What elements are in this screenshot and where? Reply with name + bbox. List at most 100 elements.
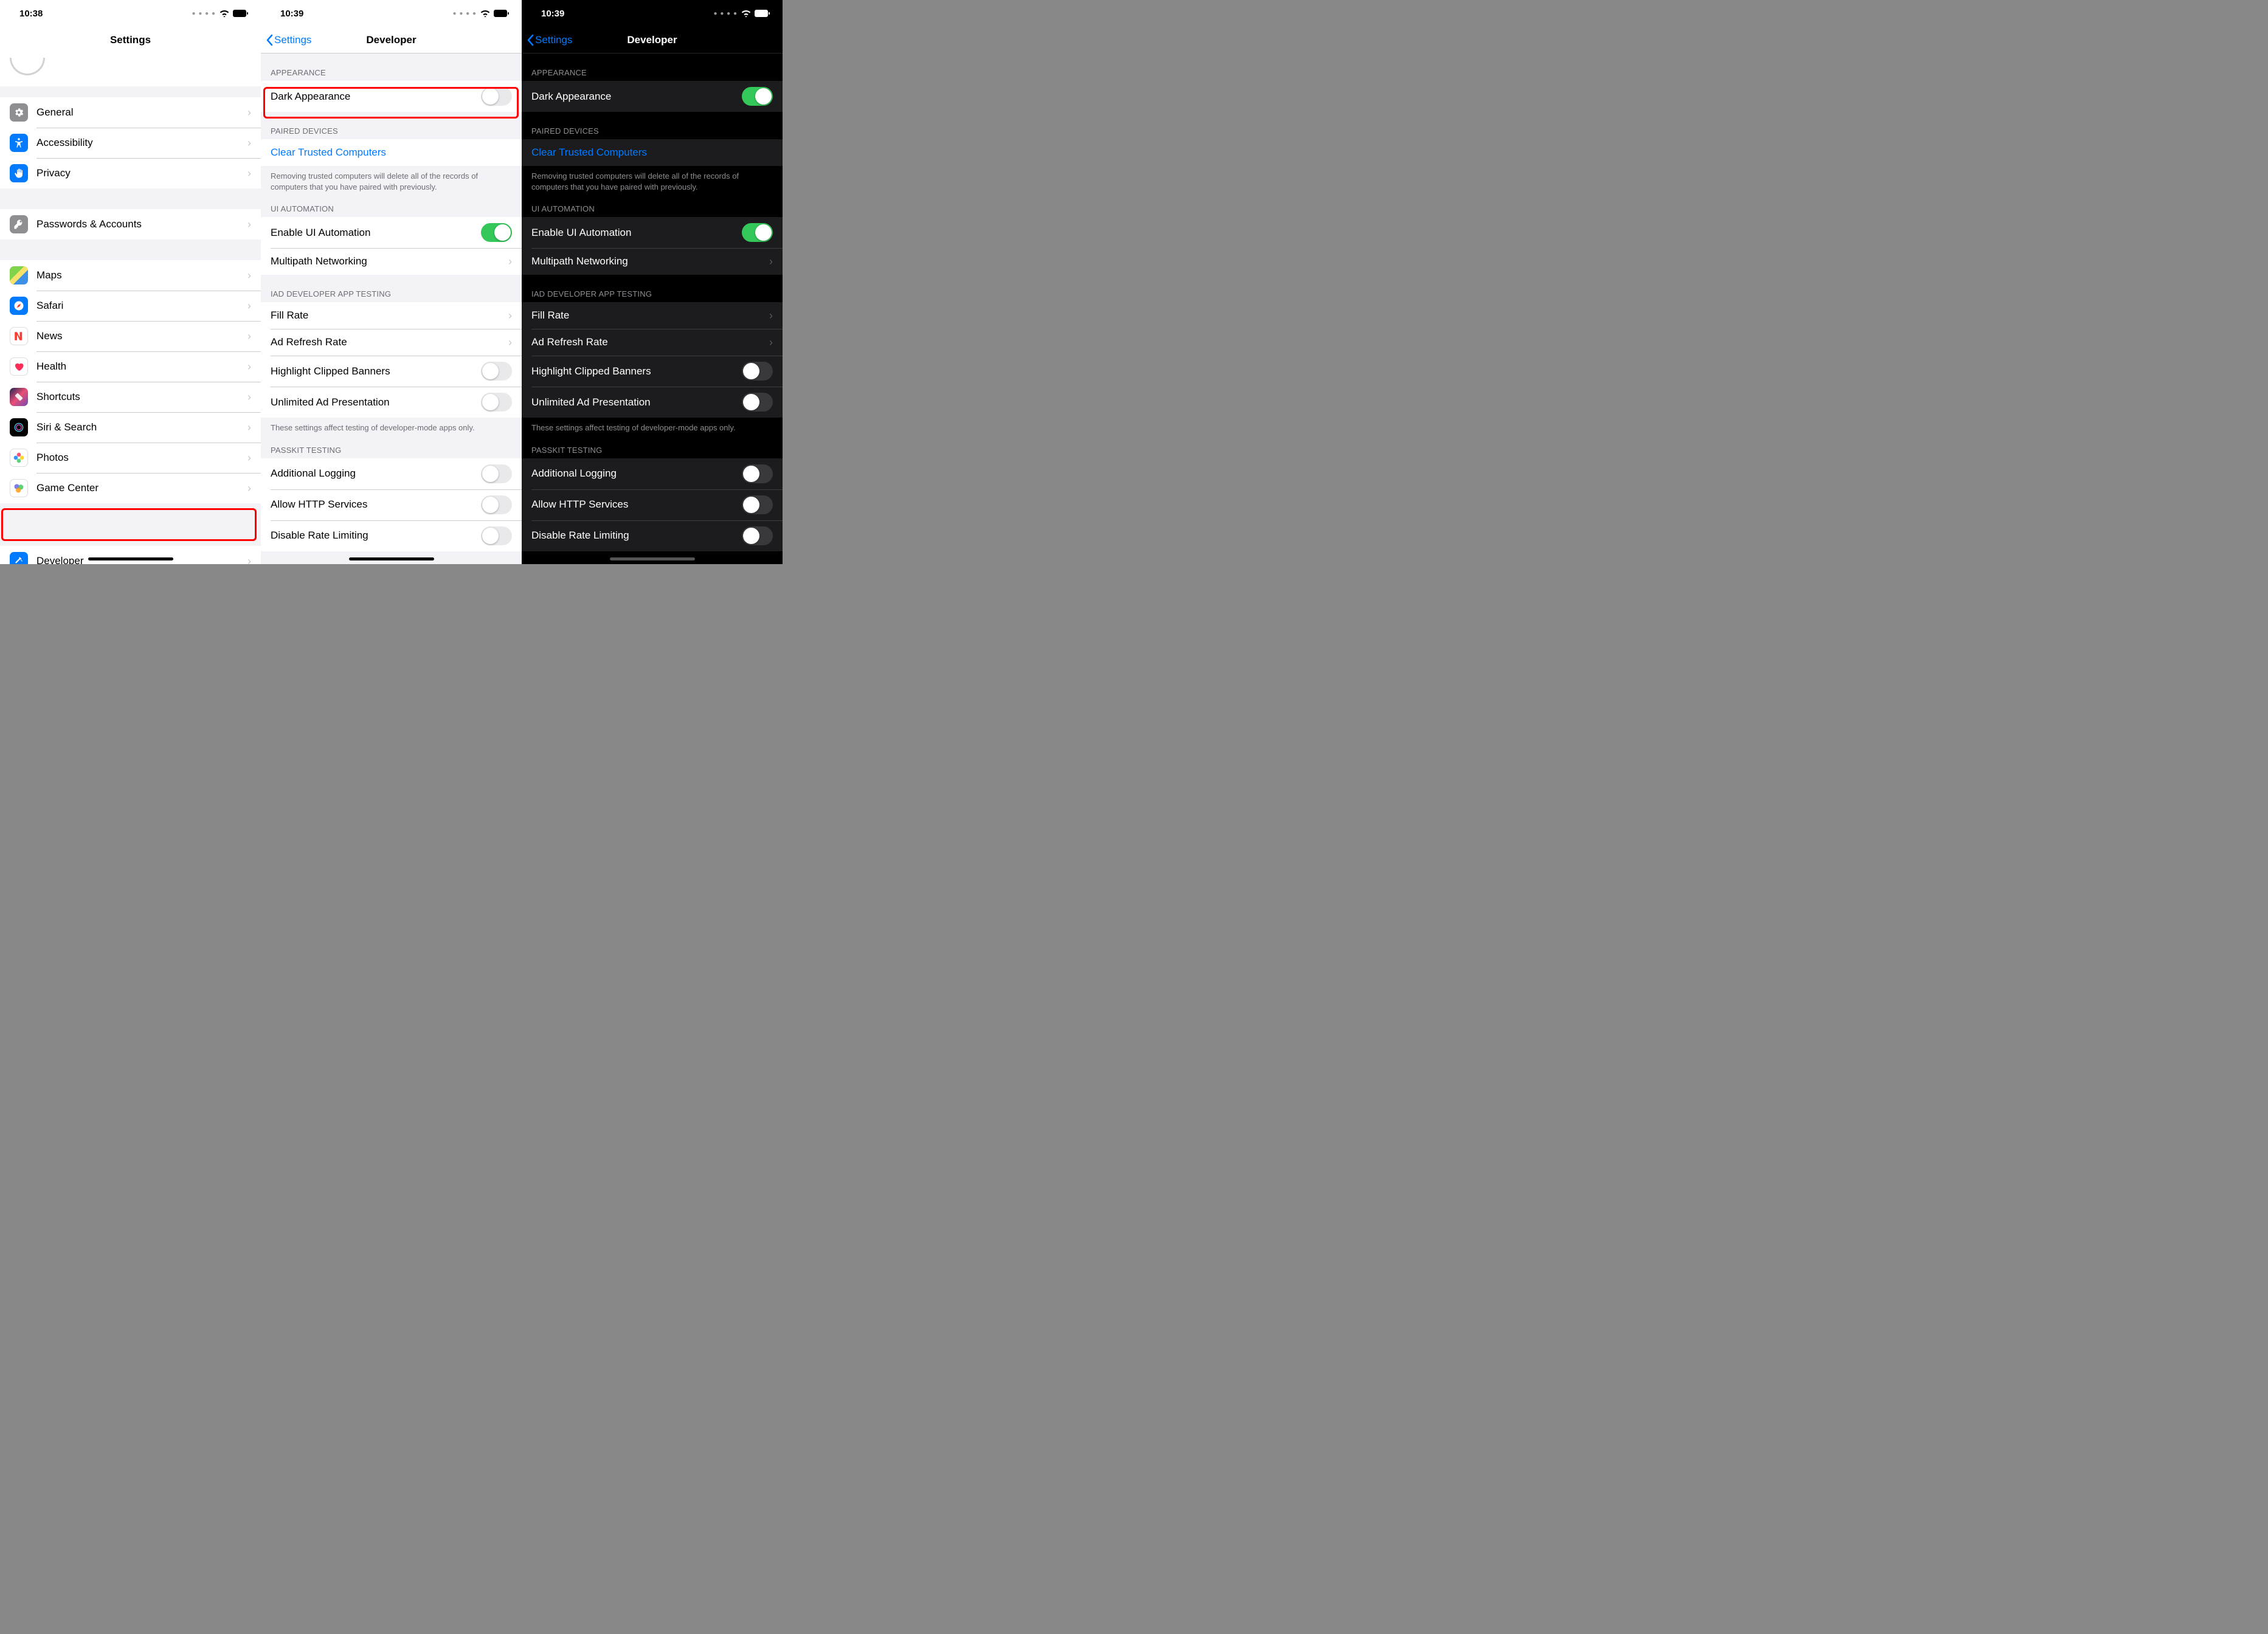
settings-item-siri[interactable]: Siri & Search › [0, 412, 261, 443]
back-button[interactable]: Settings [527, 34, 572, 46]
row-highlight-clipped[interactable]: Highlight Clipped Banners [522, 356, 783, 387]
highlight-clipped-switch[interactable] [742, 362, 773, 381]
enable-ui-switch[interactable] [481, 223, 512, 242]
nav-bar: Settings Developer [261, 27, 522, 53]
disable-rate-switch[interactable] [481, 526, 512, 545]
chevron-right-icon: › [247, 269, 251, 282]
dark-appearance-switch[interactable] [481, 87, 512, 106]
chevron-right-icon: › [247, 167, 251, 180]
row-allow-http[interactable]: Allow HTTP Services [261, 489, 522, 520]
row-label: Highlight Clipped Banners [271, 365, 481, 377]
wifi-icon [741, 10, 751, 17]
row-fill-rate[interactable]: Fill Rate › [522, 302, 783, 329]
partial-profile-row[interactable] [0, 53, 261, 86]
enable-ui-switch[interactable] [742, 223, 773, 242]
settings-item-privacy[interactable]: Privacy › [0, 158, 261, 188]
chevron-left-icon [266, 34, 273, 46]
chevron-right-icon: › [508, 336, 512, 349]
row-label: Dark Appearance [271, 91, 481, 103]
row-ad-refresh-rate[interactable]: Ad Refresh Rate › [522, 329, 783, 356]
back-button[interactable]: Settings [266, 34, 311, 46]
row-allow-http[interactable]: Allow HTTP Services [522, 489, 783, 520]
row-multipath-networking[interactable]: Multipath Networking › [522, 248, 783, 275]
home-indicator[interactable] [349, 557, 434, 560]
row-enable-ui-automation[interactable]: Enable UI Automation [261, 217, 522, 248]
disable-rate-switch[interactable] [742, 526, 773, 545]
row-label: Game Center [36, 482, 244, 494]
row-highlight-clipped[interactable]: Highlight Clipped Banners [261, 356, 522, 387]
row-clear-trusted[interactable]: Clear Trusted Computers [261, 139, 522, 166]
additional-logging-switch[interactable] [742, 464, 773, 483]
row-disable-rate-limiting[interactable]: Disable Rate Limiting [522, 520, 783, 551]
settings-item-health[interactable]: Health › [0, 351, 261, 382]
row-label: Additional Logging [271, 467, 481, 480]
unlimited-ad-switch[interactable] [742, 393, 773, 412]
back-label: Settings [274, 34, 311, 46]
settings-item-safari[interactable]: Safari › [0, 291, 261, 321]
row-label: Fill Rate [531, 309, 766, 322]
settings-item-general[interactable]: General › [0, 97, 261, 128]
row-multipath-networking[interactable]: Multipath Networking › [261, 248, 522, 275]
chevron-right-icon: › [508, 309, 512, 322]
chevron-right-icon: › [247, 482, 251, 495]
cell-signal-icon: ● ● ● ● [714, 10, 738, 17]
unlimited-ad-switch[interactable] [481, 393, 512, 412]
allow-http-switch[interactable] [742, 495, 773, 514]
row-dark-appearance[interactable]: Dark Appearance [261, 81, 522, 112]
section-footer-iad: These settings affect testing of develop… [261, 418, 522, 438]
gear-icon [10, 103, 28, 122]
row-unlimited-ad[interactable]: Unlimited Ad Presentation [522, 387, 783, 418]
battery-icon [755, 10, 770, 17]
chevron-right-icon: › [247, 218, 251, 231]
settings-item-gamecenter[interactable]: Game Center › [0, 473, 261, 503]
section-header-appearance: APPEARANCE [261, 53, 522, 81]
chevron-right-icon: › [247, 555, 251, 565]
section-footer-paired: Removing trusted computers will delete a… [261, 166, 522, 197]
section-header-iad: IAD DEVELOPER APP TESTING [261, 275, 522, 302]
chevron-right-icon: › [247, 330, 251, 343]
row-enable-ui-automation[interactable]: Enable UI Automation [522, 217, 783, 248]
row-label: Multipath Networking [271, 255, 505, 267]
section-footer-iad: These settings affect testing of develop… [522, 418, 783, 438]
chevron-right-icon: › [769, 336, 773, 349]
row-label: Dark Appearance [531, 91, 742, 103]
nav-bar: Settings Developer [522, 27, 783, 53]
settings-item-passwords[interactable]: Passwords & Accounts › [0, 209, 261, 240]
row-ad-refresh-rate[interactable]: Ad Refresh Rate › [261, 329, 522, 356]
page-title: Settings [110, 34, 151, 46]
settings-item-developer[interactable]: Developer › [0, 546, 261, 564]
row-clear-trusted[interactable]: Clear Trusted Computers [522, 139, 783, 166]
settings-item-maps[interactable]: Maps › [0, 260, 261, 291]
row-label: Passwords & Accounts [36, 218, 244, 230]
row-additional-logging[interactable]: Additional Logging [261, 458, 522, 489]
row-dark-appearance[interactable]: Dark Appearance [522, 81, 783, 112]
chevron-right-icon: › [247, 421, 251, 434]
settings-list[interactable]: General › Accessibility › Privacy › [0, 53, 261, 564]
news-icon [10, 327, 28, 345]
home-indicator[interactable] [610, 557, 695, 560]
row-unlimited-ad[interactable]: Unlimited Ad Presentation [261, 387, 522, 418]
settings-item-news[interactable]: News › [0, 321, 261, 351]
developer-list[interactable]: APPEARANCE Dark Appearance PAIRED DEVICE… [261, 53, 522, 564]
developer-list[interactable]: APPEARANCE Dark Appearance PAIRED DEVICE… [522, 53, 783, 564]
row-fill-rate[interactable]: Fill Rate › [261, 302, 522, 329]
settings-item-photos[interactable]: Photos › [0, 443, 261, 473]
dark-appearance-switch[interactable] [742, 87, 773, 106]
battery-icon [233, 10, 249, 17]
highlight-clipped-switch[interactable] [481, 362, 512, 381]
maps-icon [10, 266, 28, 284]
row-label: Siri & Search [36, 421, 244, 433]
cell-signal-icon: ● ● ● ● [453, 10, 477, 17]
developer-screen-light: 10:39 ● ● ● ● Settings Developer APPEARA… [261, 0, 522, 564]
nav-bar: Settings [0, 27, 261, 53]
status-bar: 10:39 ● ● ● ● [522, 0, 783, 27]
status-right: ● ● ● ● [453, 10, 510, 17]
additional-logging-switch[interactable] [481, 464, 512, 483]
allow-http-switch[interactable] [481, 495, 512, 514]
row-additional-logging[interactable]: Additional Logging [522, 458, 783, 489]
settings-item-shortcuts[interactable]: Shortcuts › [0, 382, 261, 412]
home-indicator[interactable] [88, 557, 173, 560]
chevron-right-icon: › [247, 300, 251, 312]
row-disable-rate-limiting[interactable]: Disable Rate Limiting [261, 520, 522, 551]
settings-item-accessibility[interactable]: Accessibility › [0, 128, 261, 158]
